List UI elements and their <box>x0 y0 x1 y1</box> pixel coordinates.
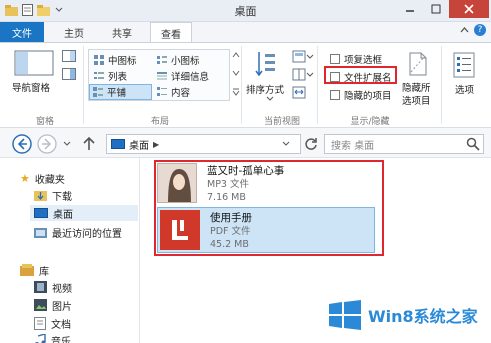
sort-by-label[interactable]: 排序方式 <box>246 82 284 96</box>
details-icon <box>157 72 167 80</box>
medium-icons-icon <box>94 55 104 65</box>
nav-downloads[interactable]: 下载 <box>34 187 72 203</box>
tiles-icon <box>93 87 103 97</box>
minimize-button[interactable] <box>397 0 423 18</box>
options-icon[interactable] <box>452 52 476 78</box>
close-button[interactable] <box>449 0 489 18</box>
nav-music[interactable]: 音乐 <box>34 332 71 343</box>
file-item[interactable]: 蓝又时-孤单心事 MP3 文件 7.16 MB <box>157 163 381 205</box>
refresh-icon[interactable] <box>304 137 318 151</box>
file-item-selected[interactable]: 使用手册 PDF 文件 45.2 MB <box>157 207 375 253</box>
windows-logo-icon <box>329 300 361 330</box>
forward-button[interactable] <box>37 134 57 154</box>
layout-tiles[interactable]: 平铺 <box>89 84 152 100</box>
group-by-icon[interactable] <box>292 50 314 64</box>
file-size: 7.16 MB <box>207 192 246 203</box>
recent-places-icon <box>34 228 47 238</box>
hide-selected-items-icon[interactable] <box>407 52 429 76</box>
music-icon <box>35 334 46 343</box>
desktop-icon <box>111 138 125 149</box>
nav-desktop[interactable]: 桌面 <box>30 205 138 221</box>
nav-favorites[interactable]: ★ 收藏夹 <box>20 170 65 186</box>
back-button[interactable] <box>12 134 32 154</box>
content-icon <box>157 87 167 96</box>
navigation-pane-icon[interactable] <box>14 50 54 76</box>
watermark: Win8系统之家 <box>328 300 478 330</box>
size-columns-icon[interactable] <box>292 86 306 100</box>
details-pane-icon[interactable] <box>62 68 76 80</box>
preview-pane-icon[interactable] <box>62 50 76 62</box>
file-type: PDF 文件 <box>210 226 251 237</box>
item-checkboxes-checkbox[interactable] <box>330 54 340 64</box>
up-arrow-icon <box>83 136 95 150</box>
sort-dropdown-icon[interactable] <box>266 96 274 101</box>
list-icon <box>94 72 104 79</box>
library-icon <box>20 264 34 276</box>
up-button[interactable] <box>82 136 96 152</box>
file-type: MP3 文件 <box>207 179 249 190</box>
maximize-button[interactable] <box>423 0 449 18</box>
download-folder-icon <box>34 191 47 201</box>
item-checkboxes-toggle[interactable]: 项复选框 <box>330 52 382 66</box>
layout-content[interactable]: 内容 <box>154 84 190 100</box>
file-name: 蓝又时-孤单心事 <box>207 165 285 177</box>
tab-share[interactable]: 共享 <box>104 22 140 42</box>
collapse-ribbon-icon[interactable] <box>460 26 469 33</box>
layout-list[interactable]: 列表 <box>91 68 127 84</box>
options-label[interactable]: 选项 <box>455 82 474 96</box>
file-extension-highlight <box>324 66 397 84</box>
hidden-items-toggle[interactable]: 隐藏的项目 <box>330 88 392 102</box>
layout-scroll-down-icon[interactable] <box>232 70 240 76</box>
nav-videos[interactable]: 视频 <box>34 279 72 295</box>
back-arrow-icon <box>12 134 32 154</box>
star-icon: ★ <box>20 171 30 185</box>
address-location[interactable]: 桌面 <box>129 137 149 152</box>
hide-selected-label-line2[interactable]: 选项目 <box>402 93 431 107</box>
address-history-icon[interactable] <box>282 141 290 146</box>
layout-group-label: 布局 <box>150 117 169 127</box>
window-controls <box>397 0 489 18</box>
nav-libraries[interactable]: 库 <box>20 262 49 278</box>
layout-small-icons[interactable]: 小图标 <box>154 52 200 68</box>
nav-recent[interactable]: 最近访问的位置 <box>34 224 122 240</box>
file-name: 使用手册 <box>210 212 252 224</box>
separator <box>83 46 84 124</box>
desktop-icon <box>34 207 48 218</box>
current-view-group-label: 当前视图 <box>263 117 300 127</box>
nav-documents[interactable]: 文档 <box>34 315 71 331</box>
layout-medium-icons[interactable]: 中图标 <box>91 52 137 68</box>
breadcrumb-chevron-icon[interactable]: ▶ <box>153 140 159 149</box>
pdf-file-icon <box>160 210 200 250</box>
tab-file[interactable]: 文件 <box>0 22 44 42</box>
video-icon <box>34 281 47 293</box>
documents-icon <box>34 316 46 330</box>
search-icon[interactable] <box>466 137 480 151</box>
hide-selected-label-line1[interactable]: 隐藏所 <box>402 80 431 94</box>
show-hide-group-label: 显示/隐藏 <box>350 117 390 127</box>
add-columns-icon[interactable] <box>292 68 314 82</box>
separator <box>441 46 442 124</box>
search-input[interactable]: 搜索 桌面 <box>324 134 484 154</box>
navigation-pane-label[interactable]: 导航窗格 <box>12 80 50 94</box>
nav-pictures[interactable]: 图片 <box>34 297 72 313</box>
layout-details[interactable]: 详细信息 <box>154 68 209 84</box>
layout-scroll-up-icon[interactable] <box>232 52 240 58</box>
separator <box>317 46 318 124</box>
address-bar[interactable]: 桌面 ▶ <box>106 134 301 154</box>
tab-view[interactable]: 查看 <box>150 22 192 43</box>
layout-more-icon[interactable] <box>232 88 240 96</box>
pictures-icon <box>34 299 47 311</box>
sort-by-icon[interactable] <box>254 50 276 78</box>
mp3-thumbnail-icon <box>157 163 197 203</box>
forward-arrow-icon <box>37 134 57 154</box>
file-size: 45.2 MB <box>210 239 249 250</box>
hidden-items-checkbox[interactable] <box>330 90 340 100</box>
pane-group-label: 窗格 <box>35 117 54 127</box>
separator <box>241 46 242 124</box>
small-icons-icon <box>157 56 167 64</box>
recent-locations-icon[interactable] <box>63 141 71 146</box>
help-icon[interactable]: ? <box>474 24 486 36</box>
tab-home[interactable]: 主页 <box>56 22 92 42</box>
